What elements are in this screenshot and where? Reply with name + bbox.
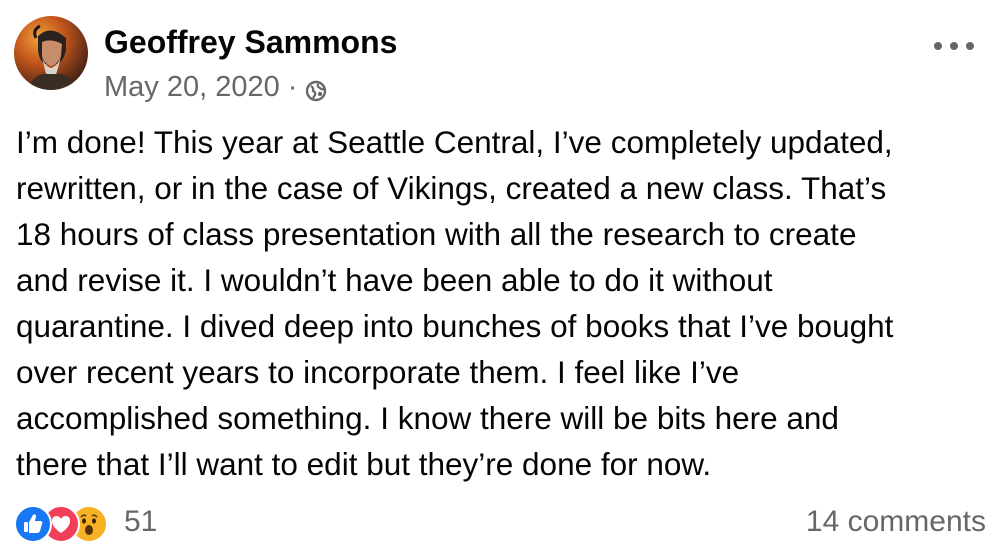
- reactions-summary[interactable]: 51: [14, 500, 157, 544]
- post-text-line: quarantine. I dived deep into bunches of…: [16, 308, 894, 344]
- author-name[interactable]: Geoffrey Sammons: [104, 24, 397, 61]
- date-separator: ·: [287, 71, 298, 103]
- globe-icon[interactable]: [305, 77, 327, 101]
- more-dot: [966, 42, 974, 50]
- more-options-icon[interactable]: [934, 34, 974, 58]
- post-text-line: accomplished something. I know there wil…: [16, 400, 839, 436]
- post-text-line: and revise it. I wouldn’t have been able…: [16, 262, 773, 298]
- facebook-post: Geoffrey Sammons May 20, 2020 · I’m done…: [0, 0, 1000, 553]
- post-text-line: over recent years to incorporate them. I…: [16, 354, 740, 390]
- post-footer: 51 14 comments: [14, 500, 986, 544]
- more-dot: [934, 42, 942, 50]
- avatar-portrait-icon: [28, 24, 76, 90]
- post-body: I’m done! This year at Seattle Central, …: [16, 119, 986, 487]
- author-avatar[interactable]: [14, 16, 88, 90]
- post-meta: May 20, 2020 ·: [104, 71, 327, 104]
- more-dot: [950, 42, 958, 50]
- post-text-line: there that I’ll want to edit but they’re…: [16, 446, 712, 482]
- post-date[interactable]: May 20, 2020: [104, 71, 280, 104]
- post-text-line: 18 hours of class presentation with all …: [16, 216, 857, 252]
- post-text-line: rewritten, or in the case of Vikings, cr…: [16, 170, 887, 206]
- reaction-count[interactable]: 51: [124, 505, 157, 539]
- reaction-icons: [14, 502, 120, 543]
- comments-link[interactable]: 14 comments: [806, 500, 986, 544]
- post-header: Geoffrey Sammons May 20, 2020 ·: [14, 16, 986, 103]
- like-icon: [14, 505, 52, 543]
- post-text-line: I’m done! This year at Seattle Central, …: [16, 124, 893, 160]
